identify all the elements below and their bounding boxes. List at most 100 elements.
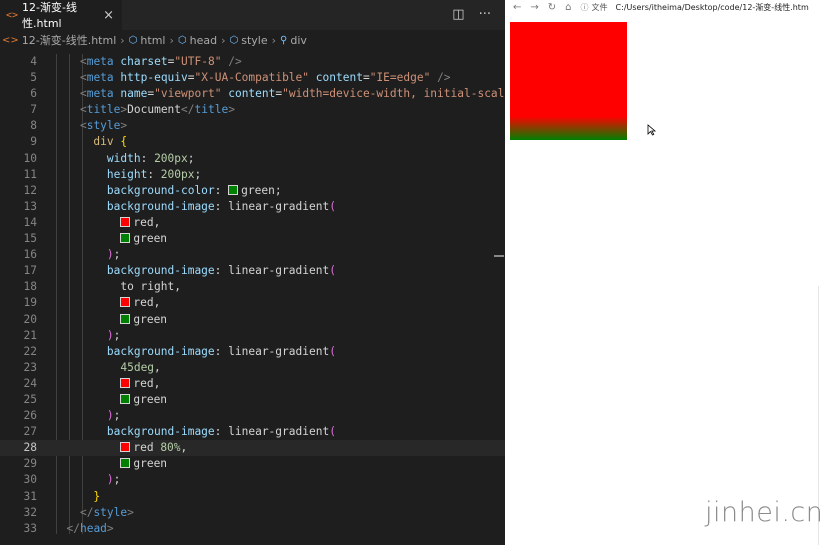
line-number: 21	[23, 328, 37, 342]
tab-title: 12-渐变-线性.html	[22, 1, 77, 30]
line-number: 13	[23, 199, 37, 213]
code-text: background-color: green;	[106, 183, 282, 197]
line-number: 7	[30, 103, 37, 117]
code-line[interactable]: 6 <meta name="viewport" content="width=d…	[0, 86, 545, 102]
back-arrow-icon[interactable]: ←	[513, 2, 521, 13]
chevron-right-icon: ›	[169, 33, 174, 47]
code-text: 45deg,	[120, 360, 161, 374]
breadcrumb-item-style[interactable]: style	[241, 34, 267, 47]
home-icon[interactable]: ⌂	[565, 2, 571, 13]
html-file-icon: <>	[6, 9, 19, 21]
code-line[interactable]: 28 red 80%,	[0, 440, 505, 457]
code-line[interactable]: 4 <meta charset="UTF-8" />	[0, 54, 505, 70]
chevron-right-icon: ›	[221, 33, 226, 47]
code-text: background-image: linear-gradient(	[106, 344, 336, 358]
code-text: div {	[93, 135, 128, 149]
more-actions-icon[interactable]: ···	[479, 7, 491, 22]
chevron-right-icon: ›	[120, 33, 125, 47]
code-line[interactable]: 15 green	[0, 231, 505, 247]
chevron-right-icon: ›	[271, 33, 277, 47]
code-line[interactable]: 18 to right,	[0, 279, 505, 295]
code-line[interactable]: 20 green	[0, 312, 505, 328]
code-line[interactable]: 13 background-image: linear-gradient(	[0, 199, 505, 215]
code-line[interactable]: 14 red,	[0, 215, 505, 231]
code-line[interactable]: 19 red,	[0, 295, 505, 311]
scrollbar-marker	[494, 255, 504, 257]
code-line[interactable]: 32 </style>	[0, 505, 505, 521]
code-line[interactable]: 11 height: 200px;	[0, 167, 505, 183]
line-number: 28	[23, 441, 37, 455]
code-text: );	[106, 328, 121, 342]
code-line[interactable]: 8 <style>	[0, 118, 505, 134]
line-number: 22	[23, 344, 37, 358]
element-icon: ⬡	[128, 34, 138, 46]
mouse-cursor-icon	[647, 124, 657, 136]
line-number: 27	[23, 425, 37, 439]
reload-icon[interactable]: ↻	[548, 2, 556, 13]
code-line[interactable]: 9 div {	[0, 134, 505, 150]
close-icon[interactable]: ×	[103, 8, 114, 23]
code-text: </head>	[66, 521, 114, 535]
code-line[interactable]: 24 red,	[0, 376, 505, 392]
line-number: 23	[23, 360, 37, 374]
gradient-demo-box	[510, 22, 627, 140]
code-line[interactable]: 29 green	[0, 456, 505, 472]
line-number: 24	[23, 376, 37, 390]
line-number: 15	[23, 232, 37, 246]
code-text: <meta http-equiv="X-UA-Compatible" conte…	[79, 71, 451, 85]
code-line[interactable]: 26 );	[0, 408, 505, 424]
split-editor-icon[interactable]: ◫	[452, 7, 464, 22]
code-line[interactable]: 12 background-color: green;	[0, 183, 505, 199]
element-icon: ⬡	[229, 34, 239, 46]
code-line[interactable]: 21 );	[0, 328, 505, 344]
code-text: background-image: linear-gradient(	[106, 199, 336, 213]
code-line[interactable]: 25 green	[0, 392, 505, 408]
code-line[interactable]: 16 );	[0, 247, 505, 263]
code-text: red,	[53, 295, 160, 311]
line-number: 9	[30, 135, 37, 149]
line-number: 11	[23, 167, 37, 181]
code-text: <title>Document</title>	[79, 103, 235, 117]
code-text: );	[106, 248, 121, 262]
code-line[interactable]: 23 45deg,	[0, 360, 505, 376]
breadcrumb-item-file[interactable]: 12-渐变-线性.html	[22, 32, 117, 48]
code-text: );	[106, 473, 121, 487]
code-line[interactable]: 27 background-image: linear-gradient(	[0, 424, 505, 440]
line-number: 14	[23, 215, 37, 229]
breadcrumb-item-html[interactable]: html	[140, 34, 165, 47]
line-number: 8	[30, 119, 37, 133]
css-selector-icon: ⚲	[280, 34, 288, 46]
address-bar[interactable]: C:/Users/itheima/Desktop/code/12-渐变-线性.h…	[616, 2, 809, 13]
code-line[interactable]: 33 </head>	[0, 521, 505, 537]
line-number: 33	[23, 521, 37, 535]
code-line[interactable]: 5 <meta http-equiv="X-UA-Compatible" con…	[0, 70, 505, 86]
line-number: 17	[23, 264, 37, 278]
code-line[interactable]: 31 }	[0, 489, 505, 505]
code-text: </style>	[79, 505, 134, 519]
line-number: 5	[30, 71, 37, 85]
code-line[interactable]: 22 background-image: linear-gradient(	[0, 344, 505, 360]
line-number: 25	[23, 392, 37, 406]
code-line[interactable]: 30 );	[0, 472, 505, 488]
forward-arrow-icon[interactable]: →	[530, 2, 538, 13]
code-line[interactable]: 7 <title>Document</title>	[0, 102, 505, 118]
browser-toolbar: ← → ↻ ⌂ ⓘ 文件 C:/Users/itheima/Desktop/co…	[505, 0, 824, 14]
browser-window: ← → ↻ ⌂ ⓘ 文件 C:/Users/itheima/Desktop/co…	[505, 0, 824, 545]
code-line[interactable]: 10 width: 200px;	[0, 151, 505, 167]
line-number: 18	[23, 280, 37, 294]
info-icon[interactable]: ⓘ	[581, 2, 589, 13]
editor-actions: ◫ ···	[452, 7, 491, 22]
code-text: <style>	[79, 119, 128, 133]
html-file-icon: <>	[2, 34, 19, 46]
code-text: green	[53, 456, 167, 472]
line-number: 20	[23, 312, 37, 326]
breadcrumb-item-div[interactable]: div	[290, 34, 307, 47]
line-number: 19	[23, 296, 37, 310]
code-editor[interactable]: <> 12-渐变-线性.html × ◫ ··· <> 12-渐变-线性.htm…	[0, 0, 545, 545]
code-line[interactable]: 17 background-image: linear-gradient(	[0, 263, 505, 279]
code-lines[interactable]: 4 <meta charset="UTF-8" /> 5 <meta http-e…	[0, 54, 545, 537]
code-text: width: 200px;	[106, 151, 195, 165]
line-number: 10	[23, 151, 37, 165]
breadcrumb-item-head[interactable]: head	[190, 34, 217, 47]
tab-12-gradient-linear[interactable]: <> 12-渐变-线性.html ×	[0, 0, 122, 30]
